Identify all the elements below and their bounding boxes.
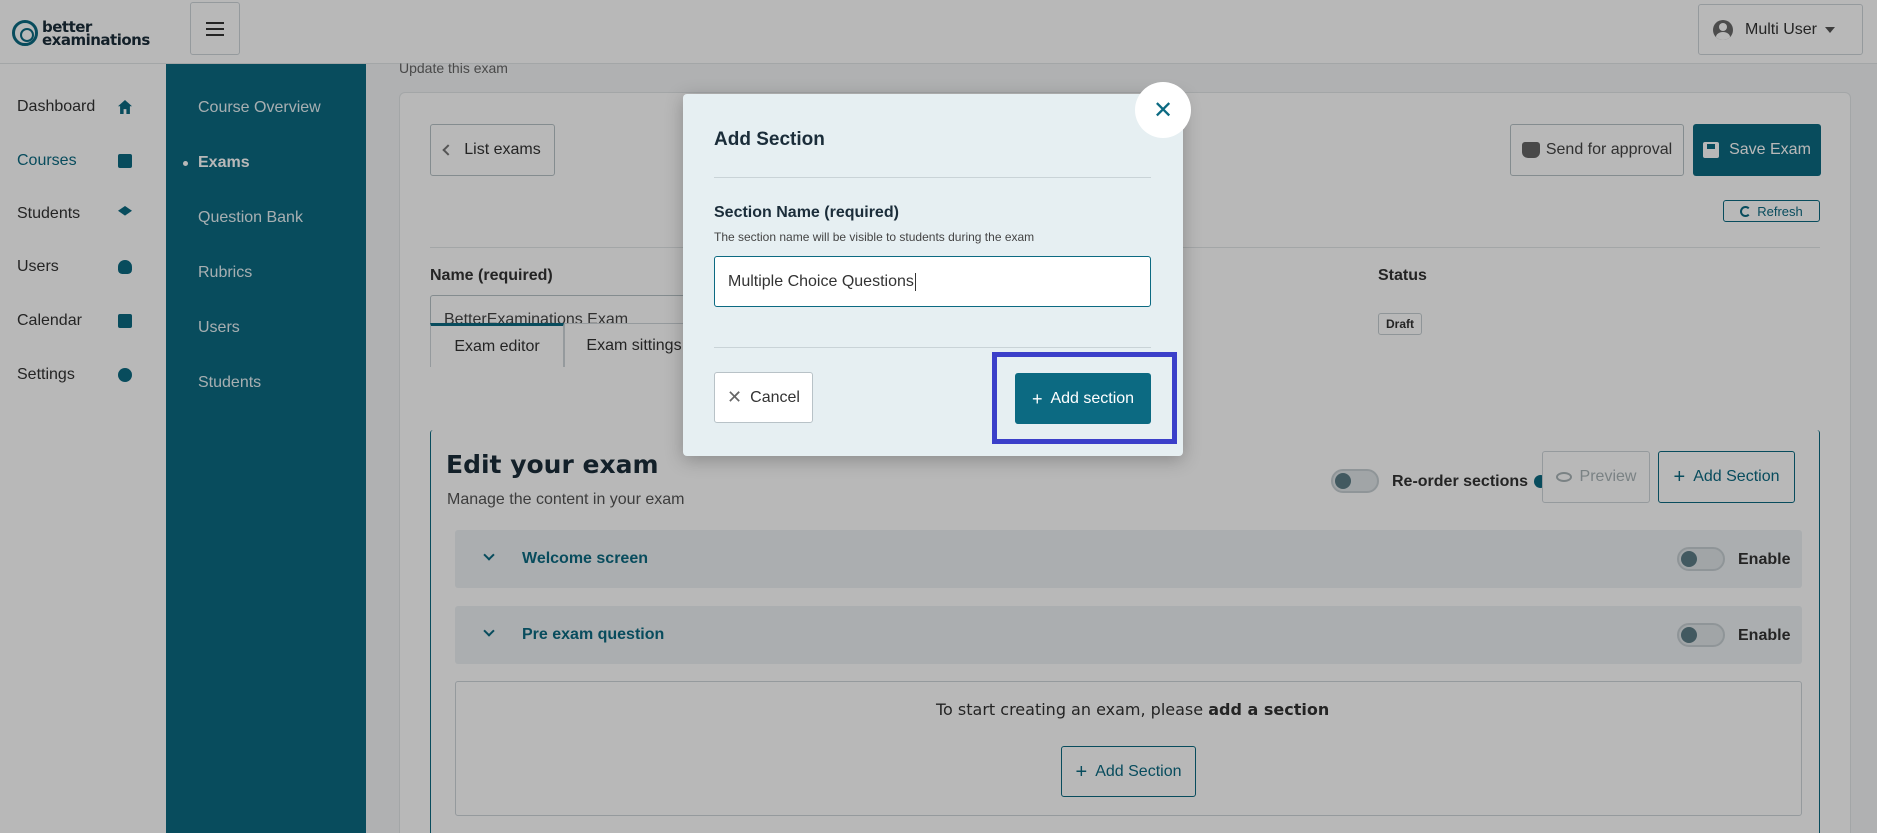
section-name-label: Section Name (required) xyxy=(714,204,899,221)
modal-divider-bottom xyxy=(714,347,1151,348)
section-name-input[interactable]: Multiple Choice Questions xyxy=(714,256,1151,307)
close-button[interactable]: ✕ xyxy=(1135,82,1191,138)
section-name-help: The section name will be visible to stud… xyxy=(714,230,1035,244)
focus-highlight xyxy=(992,352,1177,444)
cancel-label: Cancel xyxy=(750,388,800,406)
modal-divider-top xyxy=(714,177,1151,178)
section-name-value: Multiple Choice Questions xyxy=(728,272,914,290)
close-icon: ✕ xyxy=(1152,96,1174,124)
modal-title: Add Section xyxy=(714,129,825,150)
text-cursor xyxy=(914,272,916,291)
cancel-button[interactable]: ✕ Cancel xyxy=(714,372,813,423)
close-icon: ✕ xyxy=(727,387,743,407)
